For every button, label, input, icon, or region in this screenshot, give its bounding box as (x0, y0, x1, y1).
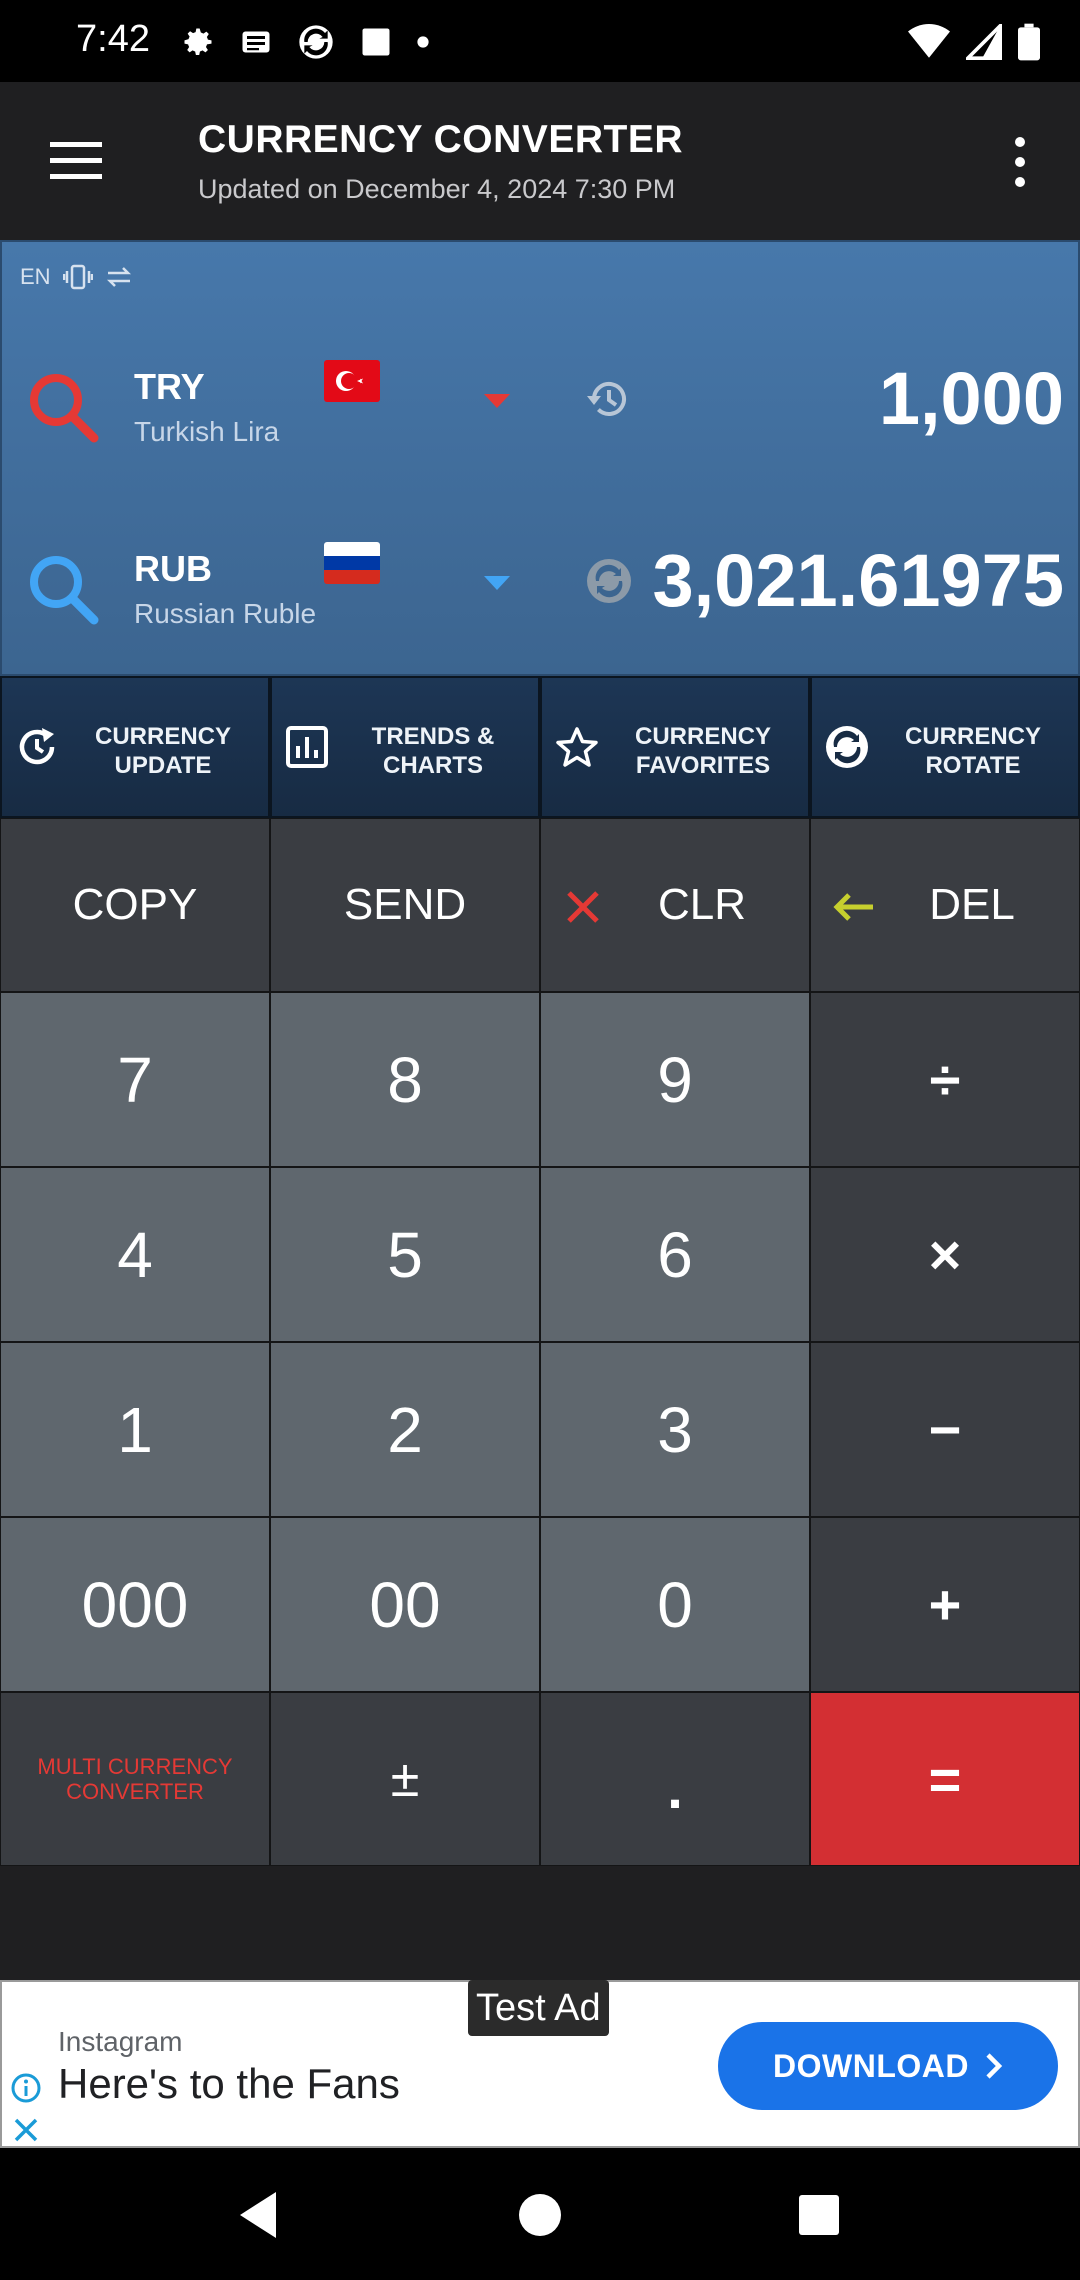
russia-flag-icon (324, 542, 380, 584)
converter-panel: EN TRY Turkish Lira 1,000 RUB Russian Ru… (0, 240, 1080, 676)
currency-rotate-label-1: CURRENCY (904, 723, 1041, 750)
key-1[interactable]: 1 (0, 1342, 270, 1517)
key-3[interactable]: 3 (540, 1342, 810, 1517)
key-0[interactable]: 0 (540, 1517, 810, 1692)
currency-update-label-1: CURRENCY (94, 723, 231, 750)
ad-advertiser: Instagram (58, 2026, 183, 2057)
signal-icon (966, 24, 1002, 60)
keypad: COPY SEND CLR DEL 7 8 9 ÷ 4 5 6 × 1 2 3 … (0, 818, 1080, 1866)
back-icon[interactable] (232, 2188, 286, 2242)
multi-currency-converter-button[interactable]: MULTI CURRENCY CONVERTER (0, 1692, 270, 1866)
currency-rotate-label-2: ROTATE (925, 752, 1021, 779)
key-000[interactable]: 000 (0, 1517, 270, 1692)
minus-button[interactable]: − (810, 1342, 1080, 1517)
to-currency-name: Russian Ruble (134, 598, 317, 629)
refresh-clock-icon (19, 728, 55, 765)
currency-favorites-label-2: FAVORITES (635, 752, 771, 779)
delete-label: DEL (929, 880, 1015, 929)
star-icon (556, 727, 598, 767)
decimal-point-button[interactable]: . (540, 1692, 810, 1866)
to-currency-code: RUB (134, 548, 212, 589)
to-currency-row[interactable]: RUB Russian Ruble 3,021.61975 (2, 524, 1080, 654)
history-icon[interactable] (584, 374, 634, 424)
copy-button[interactable]: COPY (0, 818, 270, 992)
ad-download-button[interactable]: DOWNLOAD (718, 2022, 1058, 2110)
swap-arrows-icon[interactable] (105, 265, 133, 289)
from-currency-code: TRY (134, 366, 205, 407)
from-currency-row[interactable]: TRY Turkish Lira 1,000 (2, 342, 1080, 472)
sync-app-icon (299, 25, 333, 59)
currency-update-button[interactable]: CURRENCY UPDATE (0, 676, 270, 818)
key-6[interactable]: 6 (540, 1167, 810, 1342)
recents-icon[interactable] (792, 2188, 846, 2242)
trends-charts-button[interactable]: TRENDS & CHARTS (270, 676, 540, 818)
chevron-right-icon (986, 2053, 1003, 2079)
from-amount[interactable]: 1,000 (879, 356, 1064, 441)
hamburger-menu-icon[interactable] (46, 136, 106, 184)
ad-headline[interactable]: Here's to the Fans (58, 2060, 400, 2108)
wifi-icon (908, 24, 950, 58)
divide-button[interactable]: ÷ (810, 992, 1080, 1167)
dot-icon (417, 36, 429, 48)
status-bar: 7:42 (0, 0, 1080, 82)
from-currency-name: Turkish Lira (134, 416, 280, 447)
currency-update-label-2: UPDATE (114, 752, 212, 779)
key-00[interactable]: 00 (270, 1517, 540, 1692)
send-button[interactable]: SEND (270, 818, 540, 992)
battery-icon (1018, 23, 1040, 61)
app-title: CURRENCY CONVERTER (198, 118, 683, 161)
clear-x-icon (567, 891, 599, 923)
news-icon (242, 31, 270, 53)
settings-icon (184, 28, 212, 56)
search-to-icon[interactable] (24, 550, 102, 628)
bar-chart-icon (286, 726, 328, 768)
from-currency-dropdown-icon[interactable] (484, 394, 510, 410)
key-2[interactable]: 2 (270, 1342, 540, 1517)
key-5[interactable]: 5 (270, 1167, 540, 1342)
trends-charts-label-2: CHARTS (383, 752, 483, 779)
equals-button[interactable]: = (810, 1692, 1080, 1866)
feature-bar: CURRENCY UPDATE TRENDS & CHARTS CURRENCY FA… (0, 676, 1080, 818)
turkey-flag-icon (324, 360, 380, 402)
plus-minus-button[interactable]: ± (270, 1692, 540, 1866)
to-currency-dropdown-icon[interactable] (484, 576, 510, 592)
vibrate-icon[interactable] (62, 264, 93, 290)
plus-button[interactable]: + (810, 1517, 1080, 1692)
system-nav-bar (0, 2148, 1080, 2280)
multi-label-1: MULTI CURRENCY (37, 1754, 233, 1779)
multi-label-2: CONVERTER (66, 1779, 204, 1804)
search-from-icon[interactable] (24, 368, 102, 446)
test-ad-badge: Test Ad (468, 1980, 609, 2036)
currency-favorites-label-1: CURRENCY (634, 723, 771, 750)
trends-charts-label-1: TRENDS & (371, 723, 495, 750)
square-app-icon (362, 28, 390, 56)
refresh-rate-icon[interactable] (584, 556, 634, 606)
notification-icons (180, 20, 430, 64)
clear-button[interactable]: CLR (540, 818, 810, 992)
key-4[interactable]: 4 (0, 1167, 270, 1342)
status-time: 7:42 (76, 18, 150, 60)
home-icon[interactable] (513, 2188, 567, 2242)
clear-label: CLR (657, 880, 747, 929)
key-8[interactable]: 8 (270, 992, 540, 1167)
currency-favorites-button[interactable]: CURRENCY FAVORITES (540, 676, 810, 818)
rotate-icon (826, 726, 868, 768)
updated-timestamp: Updated on December 4, 2024 7:30 PM (198, 174, 676, 204)
language-label[interactable]: EN (20, 264, 51, 290)
system-icons (908, 20, 1040, 64)
currency-rotate-button[interactable]: CURRENCY ROTATE (810, 676, 1080, 818)
to-amount: 3,021.61975 (652, 539, 1064, 622)
ad-cta-label: DOWNLOAD (773, 2047, 969, 2084)
panel-toolbar: EN (20, 264, 133, 290)
ad-close-icon[interactable] (10, 2114, 42, 2146)
multiply-button[interactable]: × (810, 1167, 1080, 1342)
key-7[interactable]: 7 (0, 992, 270, 1167)
ad-banner[interactable]: Test Ad Instagram Here's to the Fans DOW… (0, 1980, 1080, 2148)
backspace-arrow-icon (833, 893, 873, 921)
key-9[interactable]: 9 (540, 992, 810, 1167)
more-options-icon[interactable] (1000, 134, 1040, 190)
app-bar: CURRENCY CONVERTER Updated on December 4… (0, 82, 1080, 240)
ad-info-icon[interactable] (10, 2072, 42, 2104)
delete-button[interactable]: DEL (810, 818, 1080, 992)
